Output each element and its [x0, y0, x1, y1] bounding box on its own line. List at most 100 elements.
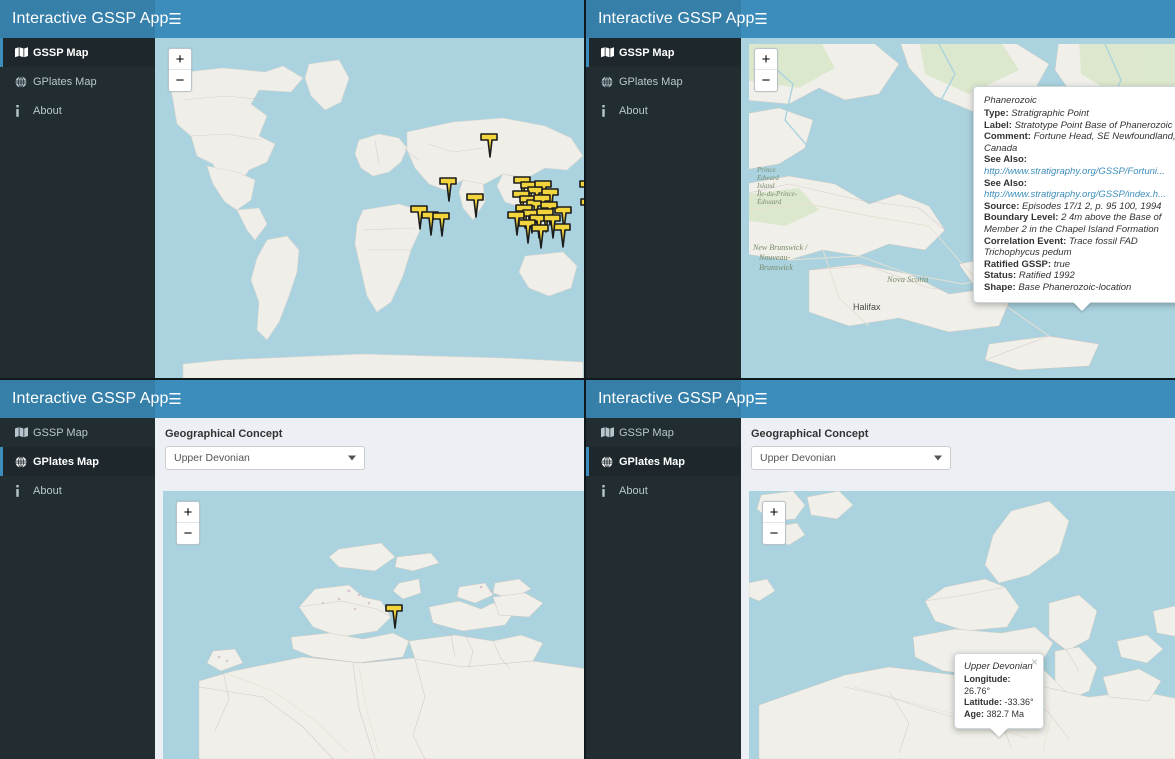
sidebar-item-gplates-map[interactable]: GPlates Map	[0, 67, 155, 96]
popup-value: true	[1053, 258, 1071, 270]
sidebar: GSSP Map GPlates Map About	[586, 38, 741, 378]
gplates-marker[interactable]	[385, 604, 403, 630]
sidebar-item-gplates-map[interactable]: GPlates Map	[586, 447, 741, 476]
gssp-marker[interactable]	[580, 198, 584, 224]
select-value: Upper Devonian	[760, 452, 836, 464]
popup-row: Correlation Event: Trace fossil FAD Tric…	[984, 236, 1175, 259]
sidebar-item-label: GPlates Map	[33, 455, 100, 468]
navbar: Interactive GSSP App ☰	[586, 0, 1175, 38]
hamburger-glyph: ☰	[168, 390, 182, 408]
world-gssp-map[interactable]: + −	[155, 38, 584, 378]
chevron-down-icon	[348, 455, 356, 461]
detail-street-map[interactable]: Prince Edward Island Île-du-Prince- Édou…	[741, 38, 1175, 378]
popup-row: Type: Stratigraphic Point	[984, 108, 1175, 120]
popup-pointer	[1073, 301, 1091, 311]
hamburger-icon[interactable]: ☰	[155, 0, 195, 38]
popup-value: Episodes 17/1 2, p. 95 100, 1994	[1022, 200, 1162, 212]
sidebar: GSSP Map GPlates Map About	[0, 418, 155, 759]
popup-row: See Also: http://www.stratigraphy.org/GS…	[984, 178, 1175, 201]
info-icon	[601, 104, 619, 117]
popup-row: Label: Stratotype Point Base of Phaneroz…	[984, 120, 1175, 132]
popup-key: See Also:	[984, 177, 1027, 189]
svg-text:Édouard: Édouard	[756, 198, 782, 206]
app-title: Interactive GSSP App	[0, 0, 168, 38]
info-icon	[601, 484, 619, 497]
zoom-out-button[interactable]: −	[177, 523, 199, 544]
screenshot-grid: Interactive GSSP App ☰ GSSP Map GPlates …	[0, 0, 1175, 759]
sidebar-item-label: About	[619, 104, 648, 117]
hamburger-icon[interactable]: ☰	[741, 380, 781, 418]
concept-form: Geographical Concept Upper Devonian	[741, 418, 1175, 478]
panel-top-left: Interactive GSSP App ☰ GSSP Map GPlates …	[0, 0, 584, 378]
sidebar-item-gssp-map[interactable]: GSSP Map	[586, 38, 741, 67]
zoom-controls[interactable]: + −	[754, 48, 778, 92]
popup-row: Age: 382.7 Ma	[964, 709, 1034, 721]
zoom-in-button[interactable]: +	[755, 49, 777, 70]
sidebar-item-about[interactable]: About	[586, 96, 741, 125]
info-icon	[15, 484, 33, 497]
sidebar: GSSP Map GPlates Map About	[586, 418, 741, 759]
zoom-in-button[interactable]: +	[177, 502, 199, 523]
popup-key: Comment:	[984, 131, 1031, 143]
zoom-in-button[interactable]: +	[169, 49, 191, 70]
hamburger-glyph: ☰	[754, 10, 768, 28]
see-also-link[interactable]: http://www.stratigraphy.org/GSSP/Fortuni…	[984, 166, 1165, 177]
sidebar-item-about[interactable]: About	[0, 476, 155, 505]
paleo-map-svg	[163, 491, 584, 759]
map-wrapper: + −	[163, 491, 584, 759]
zoom-out-button[interactable]: −	[763, 523, 785, 544]
hamburger-icon[interactable]: ☰	[741, 0, 781, 38]
navbar: Interactive GSSP App ☰	[0, 0, 584, 38]
sidebar-item-gplates-map[interactable]: GPlates Map	[586, 67, 741, 96]
zoom-out-button[interactable]: −	[169, 70, 191, 91]
gssp-marker[interactable]	[432, 212, 450, 238]
zoom-in-button[interactable]: +	[763, 502, 785, 523]
panel-top-right: Interactive GSSP App ☰ GSSP Map GPlates …	[586, 0, 1175, 378]
geographical-concept-select[interactable]: Upper Devonian	[751, 446, 951, 470]
sidebar-item-gplates-map[interactable]: GPlates Map	[0, 447, 155, 476]
paleogeographic-map[interactable]: + −	[163, 491, 584, 759]
sidebar-item-about[interactable]: About	[586, 476, 741, 505]
hamburger-icon[interactable]: ☰	[155, 380, 195, 418]
hamburger-glyph: ☰	[168, 10, 182, 28]
popup-value: Base Phanerozoic-location	[1018, 281, 1132, 293]
content-area: Geographical Concept Upper Devonian	[155, 418, 584, 759]
paleogeographic-map[interactable]: + − × Upper Devonian Longitude: 26.76° L…	[749, 491, 1175, 759]
popup-key: Longitude:	[964, 674, 1011, 684]
gssp-marker[interactable]	[466, 193, 484, 219]
gssp-info-popup[interactable]: × Phanerozoic Type: Stratigraphic Point …	[973, 86, 1175, 311]
gssp-marker[interactable]	[531, 224, 549, 250]
zoom-out-button[interactable]: −	[755, 70, 777, 91]
globe-icon	[601, 75, 619, 88]
svg-text:Island: Island	[756, 182, 775, 190]
see-also-link[interactable]: http://www.stratigraphy.org/GSSP/index.h…	[984, 189, 1166, 200]
zoom-controls[interactable]: + −	[168, 48, 192, 92]
globe-icon	[15, 455, 33, 468]
geographical-concept-select[interactable]: Upper Devonian	[165, 446, 365, 470]
sidebar-item-gssp-map[interactable]: GSSP Map	[0, 38, 155, 67]
sidebar-item-gssp-map[interactable]: GSSP Map	[586, 418, 741, 447]
svg-text:Nouveau-: Nouveau-	[758, 253, 790, 262]
sidebar-item-label: GPlates Map	[619, 75, 683, 88]
zoom-controls[interactable]: + −	[762, 501, 786, 545]
globe-icon	[601, 455, 619, 468]
hamburger-glyph: ☰	[754, 390, 768, 408]
sidebar-item-about[interactable]: About	[0, 96, 155, 125]
gplates-info-popup[interactable]: × Upper Devonian Longitude: 26.76° Latit…	[954, 653, 1044, 737]
popup-row: Status: Ratified 1992	[984, 270, 1175, 282]
popup-value: Ratified 1992	[1018, 270, 1075, 282]
close-icon[interactable]: ×	[1031, 656, 1038, 668]
popup-key: Ratified GSSP:	[984, 258, 1052, 270]
popup-key: Correlation Event:	[984, 235, 1067, 247]
gssp-marker[interactable]	[439, 177, 457, 203]
popup-row: Longitude: 26.76°	[964, 674, 1034, 697]
sidebar-item-label: About	[619, 484, 648, 497]
content-area: + −	[155, 38, 584, 378]
svg-text:Île-du-Prince-: Île-du-Prince-	[756, 190, 798, 198]
zoom-controls[interactable]: + −	[176, 501, 200, 545]
gssp-marker[interactable]	[480, 133, 498, 159]
svg-text:Edward: Edward	[756, 174, 779, 182]
svg-text:Halifax: Halifax	[853, 302, 881, 312]
content-area: Geographical Concept Upper Devonian	[741, 418, 1175, 759]
sidebar-item-gssp-map[interactable]: GSSP Map	[0, 418, 155, 447]
